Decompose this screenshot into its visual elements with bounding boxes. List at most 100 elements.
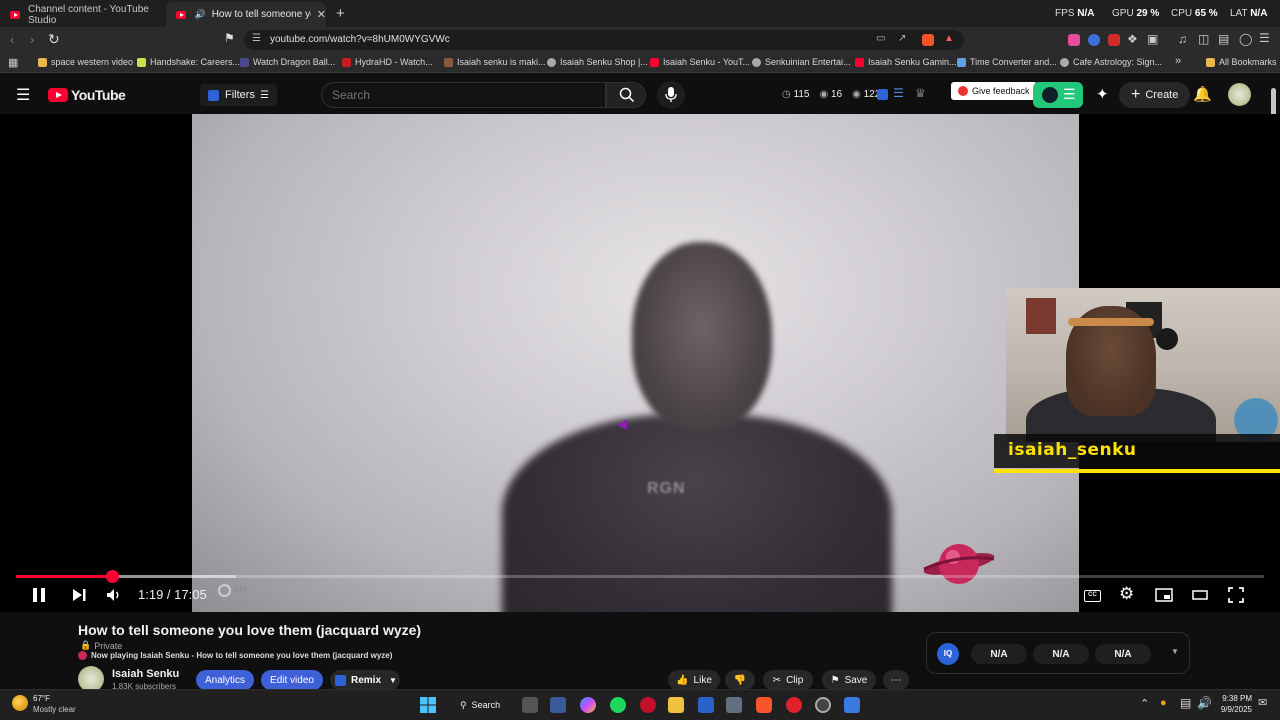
bookmark-page-icon[interactable]: ⚑ bbox=[224, 31, 235, 45]
iq-extension-icon[interactable] bbox=[877, 89, 888, 100]
volume-icon[interactable] bbox=[106, 587, 122, 603]
settings-app-icon[interactable] bbox=[815, 697, 831, 713]
like-button[interactable]: 👍 Like bbox=[668, 670, 720, 690]
all-bookmarks[interactable]: All Bookmarks bbox=[1206, 57, 1277, 67]
back-icon[interactable]: ‹ bbox=[10, 32, 14, 47]
more-actions-button[interactable]: ⋯ bbox=[883, 670, 909, 690]
bookmark-item[interactable]: Isaiah Senku - YouT... bbox=[650, 57, 750, 67]
tray-app-icon[interactable]: ● bbox=[1160, 697, 1167, 709]
tab-youtube-studio[interactable]: Channel content - YouTube Studio bbox=[0, 2, 166, 27]
channel-name[interactable]: Isaiah Senku bbox=[112, 668, 179, 680]
wallet-icon[interactable]: ▤ bbox=[1218, 32, 1229, 46]
analytics-button[interactable]: Analytics bbox=[196, 670, 254, 690]
cast-icon[interactable]: ▭ bbox=[876, 33, 885, 44]
progress-bar[interactable] bbox=[16, 570, 1264, 583]
bookmark-item[interactable]: Time Converter and... bbox=[957, 57, 1057, 67]
voice-search-button[interactable] bbox=[657, 81, 685, 109]
bookmark-item[interactable]: Isaiah senku is maki... bbox=[444, 57, 546, 67]
bookmark-item[interactable]: Isaiah Senku Shop |... bbox=[547, 57, 648, 67]
search-input[interactable] bbox=[332, 88, 592, 102]
sparkle-icon[interactable]: ✦ bbox=[1096, 85, 1109, 103]
vpn-shield-icon[interactable]: ◯ bbox=[1239, 32, 1252, 46]
bookmark-item[interactable]: Senkuinian Entertai... bbox=[752, 57, 851, 67]
remix-button[interactable]: Remix ▼ bbox=[330, 670, 400, 690]
camera-icon[interactable] bbox=[726, 697, 742, 713]
list-icon[interactable]: ☰ bbox=[893, 86, 904, 100]
bookmark-item[interactable]: Cafe Astrology: Sign... bbox=[1060, 57, 1162, 67]
hamburger-menu-icon[interactable]: ☰ bbox=[16, 85, 30, 105]
give-feedback-button[interactable]: Give feedback bbox=[951, 82, 1037, 100]
taskbar-search[interactable]: ⚲ Search bbox=[452, 695, 514, 715]
extension-icon[interactable] bbox=[1068, 34, 1080, 46]
file-explorer-icon[interactable] bbox=[668, 697, 684, 713]
reload-icon[interactable]: ↻ bbox=[48, 31, 60, 48]
filters-button[interactable]: Filters ☰ bbox=[200, 84, 277, 106]
next-video-icon[interactable] bbox=[71, 587, 87, 603]
edit-video-button[interactable]: Edit video bbox=[261, 670, 323, 690]
media-app-icon[interactable] bbox=[786, 697, 802, 713]
copilot-icon[interactable] bbox=[580, 697, 596, 713]
clock-time[interactable]: 9:38 PM bbox=[1220, 694, 1252, 703]
fullscreen-icon[interactable] bbox=[1228, 587, 1244, 603]
extensions-puzzle-icon[interactable]: ❖ bbox=[1127, 32, 1138, 46]
sidebar-toggle-icon[interactable]: ▣ bbox=[1147, 32, 1158, 46]
task-view-icon[interactable] bbox=[522, 697, 538, 713]
bookmark-item[interactable]: Handshake: Careers... bbox=[137, 57, 240, 67]
save-button[interactable]: ⚑ Save bbox=[822, 670, 876, 690]
theater-mode-icon[interactable] bbox=[1192, 590, 1208, 600]
chevron-up-icon[interactable]: ⌃ bbox=[1140, 697, 1149, 710]
brave-shields-icon[interactable] bbox=[922, 34, 934, 46]
progress-scrubber-handle[interactable] bbox=[106, 570, 120, 583]
create-button[interactable]: + Create bbox=[1119, 82, 1191, 108]
clip-button[interactable]: ✂ Clip bbox=[763, 670, 813, 690]
bookmark-item[interactable]: HydraHD - Watch... bbox=[342, 57, 433, 67]
search-button[interactable] bbox=[606, 82, 646, 108]
brave-rewards-icon[interactable]: ▲ bbox=[944, 33, 954, 44]
snipping-tool-icon[interactable] bbox=[550, 697, 566, 713]
dislike-button[interactable]: 👎 bbox=[725, 670, 755, 690]
bookmark-item[interactable]: Watch Dragon Ball... bbox=[240, 57, 335, 67]
chevron-down-icon[interactable]: ▼ bbox=[1171, 647, 1179, 656]
audio-playing-icon[interactable]: 🔊 bbox=[194, 9, 205, 20]
notification-center-icon[interactable]: ✉ bbox=[1258, 696, 1267, 709]
youtube-wordmark: YouTube bbox=[71, 87, 126, 103]
bookmark-item[interactable]: Isaiah Senku Gamin... bbox=[855, 57, 957, 67]
speaker-icon[interactable]: 🔊 bbox=[1197, 696, 1212, 710]
notifications-bell-icon[interactable]: 🔔 bbox=[1193, 85, 1212, 103]
brave-browser-icon[interactable] bbox=[756, 697, 772, 713]
youtube-logo[interactable]: YouTube bbox=[48, 87, 126, 103]
settings-gear-icon[interactable]: ⚙ bbox=[1119, 584, 1134, 604]
microsoft-store-icon[interactable] bbox=[698, 697, 714, 713]
address-bar[interactable]: ☰ youtube.com/watch?v=8hUM0WYGVWc ▭ ↗ ▲ bbox=[244, 30, 964, 50]
avatar[interactable] bbox=[1228, 83, 1251, 106]
menu-icon[interactable]: ☰ bbox=[1259, 31, 1270, 45]
network-icon[interactable]: ▤ bbox=[1180, 696, 1191, 710]
forward-icon[interactable]: › bbox=[30, 32, 34, 47]
close-tab-icon[interactable]: ✕ bbox=[317, 8, 326, 21]
video-frame[interactable]: RGN bbox=[192, 114, 1079, 612]
share-icon[interactable]: ↗ bbox=[898, 33, 906, 44]
weather-icon[interactable] bbox=[12, 695, 28, 711]
extension-icon[interactable] bbox=[1088, 34, 1100, 46]
extension-icon[interactable] bbox=[1108, 34, 1120, 46]
more-bookmarks-icon[interactable]: » bbox=[1175, 55, 1181, 67]
windows-start-icon[interactable] bbox=[420, 697, 436, 713]
new-tab-icon[interactable]: + bbox=[336, 5, 345, 22]
spotify-icon[interactable] bbox=[610, 697, 626, 713]
sidebar-icon[interactable]: ◫ bbox=[1198, 32, 1209, 46]
site-info-icon[interactable]: ☰ bbox=[252, 33, 261, 44]
tab-current-video[interactable]: 🔊 How to tell someone you lovе ✕ bbox=[166, 2, 326, 27]
bookmark-item[interactable]: space western video bbox=[38, 57, 133, 67]
pause-icon[interactable] bbox=[30, 586, 48, 604]
music-icon[interactable]: ♫ bbox=[1178, 32, 1187, 46]
apps-grid-icon[interactable]: ▦ bbox=[8, 56, 18, 69]
notepad-icon[interactable] bbox=[844, 697, 860, 713]
opera-gx-icon[interactable] bbox=[640, 697, 656, 713]
trophy-icon[interactable]: ♕ bbox=[915, 86, 926, 100]
autoplay-toggle[interactable]: OFF bbox=[218, 584, 248, 597]
extension-menu-button[interactable]: ☰ bbox=[1033, 82, 1083, 108]
miniplayer-icon[interactable] bbox=[1155, 588, 1173, 602]
subtitles-cc-icon[interactable]: CC bbox=[1084, 590, 1101, 602]
clock-date[interactable]: 9/9/2025 bbox=[1212, 705, 1252, 714]
video-player[interactable]: RGN isaiah_senku 1:19 / 17:05 OFF CC ⚙ bbox=[0, 114, 1280, 612]
